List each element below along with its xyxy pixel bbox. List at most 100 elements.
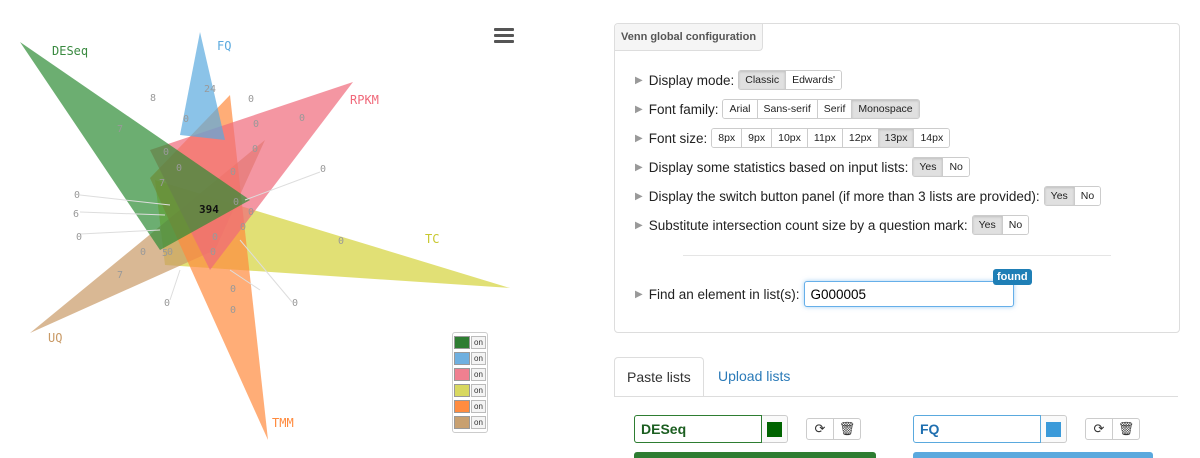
switch-label: on	[471, 416, 486, 429]
intersection-count: 0	[163, 147, 169, 158]
chevron-right-icon: ▶	[635, 161, 643, 173]
option-button-no[interactable]: No	[1002, 216, 1029, 234]
menu-icon[interactable]	[494, 28, 514, 44]
venn-config-panel: Venn global configuration ▶ Display mode…	[614, 23, 1180, 333]
intersection-count: 0	[210, 247, 216, 258]
option-button-yes[interactable]: Yes	[913, 158, 944, 176]
intersection-count: 0	[183, 114, 189, 125]
divider	[683, 255, 1111, 256]
option-button-monospace[interactable]: Monospace	[852, 100, 919, 118]
color-swatch	[1046, 421, 1061, 437]
trash-icon[interactable]: 🗑	[834, 419, 860, 439]
switch-uq[interactable]: on	[454, 415, 486, 430]
substitute-buttons: Yes No	[971, 215, 1030, 235]
option-label: Find an element in list(s):	[648, 286, 800, 302]
intersection-count: 0	[140, 247, 146, 258]
option-button-yes[interactable]: Yes	[1044, 187, 1075, 205]
switch-label: on	[471, 352, 486, 365]
switch-color	[454, 400, 470, 413]
color-picker-button[interactable]	[762, 415, 788, 443]
switch-tmm[interactable]: on	[454, 399, 486, 414]
chevron-right-icon: ▶	[635, 132, 643, 144]
option-font-family: ▶ Font family: Arial Sans-serif Serif Monos…	[635, 99, 920, 119]
color-picker-button[interactable]	[1041, 415, 1067, 443]
intersection-count: 24	[204, 84, 216, 95]
switch-rpkm[interactable]: on	[454, 367, 486, 382]
label-rpkm: RPKM	[350, 93, 379, 107]
list-textarea-deseq[interactable]	[634, 452, 876, 458]
chevron-right-icon: ▶	[635, 219, 643, 231]
list-entry-fq: FQ ⟳ 🗑	[913, 415, 1140, 443]
option-button-arial[interactable]: Arial	[723, 100, 758, 118]
found-badge: found	[993, 269, 1032, 285]
list-name-input[interactable]: DESeq	[634, 415, 762, 443]
list-actions: ⟳ 🗑	[806, 418, 861, 440]
intersection-count: 0	[212, 232, 218, 243]
option-button-no[interactable]: No	[943, 158, 969, 176]
label-tc: TC	[425, 232, 439, 246]
list-tabs: Paste lists Upload lists	[614, 357, 1178, 397]
option-button-edwards[interactable]: Edwards'	[786, 71, 841, 89]
intersection-count: 0	[320, 164, 326, 175]
option-label: Display mode:	[648, 72, 735, 88]
switch-color	[454, 336, 470, 349]
switch-color	[454, 384, 470, 397]
switch-label: on	[471, 400, 486, 413]
intersection-count: 0	[248, 207, 254, 218]
intersection-count: 0	[74, 190, 80, 201]
intersection-count: 8	[150, 93, 156, 104]
option-font-size: ▶ Font size: 8px 9px 10px 11px 12px 13px 14px	[635, 128, 951, 148]
tab-upload-lists[interactable]: Upload lists	[706, 357, 802, 397]
option-label: Display some statistics based on input l…	[648, 159, 909, 175]
intersection-count: 7	[117, 270, 123, 281]
option-button-no[interactable]: No	[1074, 187, 1101, 205]
option-label: Font family:	[648, 101, 719, 117]
switch-label: on	[471, 336, 486, 349]
chevron-right-icon: ▶	[635, 103, 643, 115]
intersection-count: 0	[252, 144, 258, 155]
switch-panel: on on on on on on	[452, 332, 488, 433]
intersection-count: 5	[162, 248, 168, 259]
switch-fq[interactable]: on	[454, 351, 486, 366]
switch-tc[interactable]: on	[454, 383, 486, 398]
intersection-count: 0	[292, 298, 298, 309]
option-label: Substitute intersection count size by a …	[648, 217, 968, 233]
find-element-input[interactable]	[803, 281, 1014, 307]
intersection-count: 0	[240, 222, 246, 233]
switch-deseq[interactable]: on	[454, 335, 486, 350]
intersection-count: 7	[117, 124, 123, 135]
option-button-yes[interactable]: Yes	[972, 216, 1003, 234]
option-button-10px[interactable]: 10px	[772, 129, 808, 147]
list-name-input[interactable]: FQ	[913, 415, 1041, 443]
intersection-count: 0	[230, 305, 236, 316]
center-count: 394	[199, 203, 219, 216]
option-button-sans-serif[interactable]: Sans-serif	[757, 100, 818, 118]
intersection-count: 0	[299, 113, 305, 124]
option-button-8px[interactable]: 8px	[712, 129, 743, 147]
label-tmm: TMM	[272, 416, 294, 430]
tab-paste-lists[interactable]: Paste lists	[614, 357, 704, 397]
font-size-buttons: 8px 9px 10px 11px 12px 13px 14px	[711, 128, 951, 148]
intersection-count: 7	[159, 178, 165, 189]
option-button-serif[interactable]: Serif	[817, 100, 853, 118]
switch-color	[454, 368, 470, 381]
font-family-buttons: Arial Sans-serif Serif Monospace	[722, 99, 920, 119]
list-entry-deseq: DESeq ⟳ 🗑	[634, 415, 861, 443]
intersection-count: 0	[338, 236, 344, 247]
option-button-classic[interactable]: Classic	[739, 71, 787, 89]
panel-title: Venn global configuration	[615, 24, 764, 51]
switch-color	[454, 352, 470, 365]
option-substitute: ▶ Substitute intersection count size by …	[635, 215, 1030, 235]
option-button-13px[interactable]: 13px	[878, 129, 915, 147]
option-button-14px[interactable]: 14px	[914, 129, 950, 147]
intersection-count: 0	[248, 94, 254, 105]
trash-icon[interactable]: 🗑	[1113, 419, 1139, 439]
option-button-12px[interactable]: 12px	[842, 129, 879, 147]
option-button-11px[interactable]: 11px	[807, 129, 843, 147]
option-button-9px[interactable]: 9px	[742, 129, 773, 147]
refresh-icon[interactable]: ⟳	[807, 419, 834, 439]
refresh-icon[interactable]: ⟳	[1086, 419, 1113, 439]
stats-buttons: Yes No	[912, 157, 970, 177]
leader-line	[169, 269, 181, 301]
list-textarea-fq[interactable]	[913, 452, 1153, 458]
